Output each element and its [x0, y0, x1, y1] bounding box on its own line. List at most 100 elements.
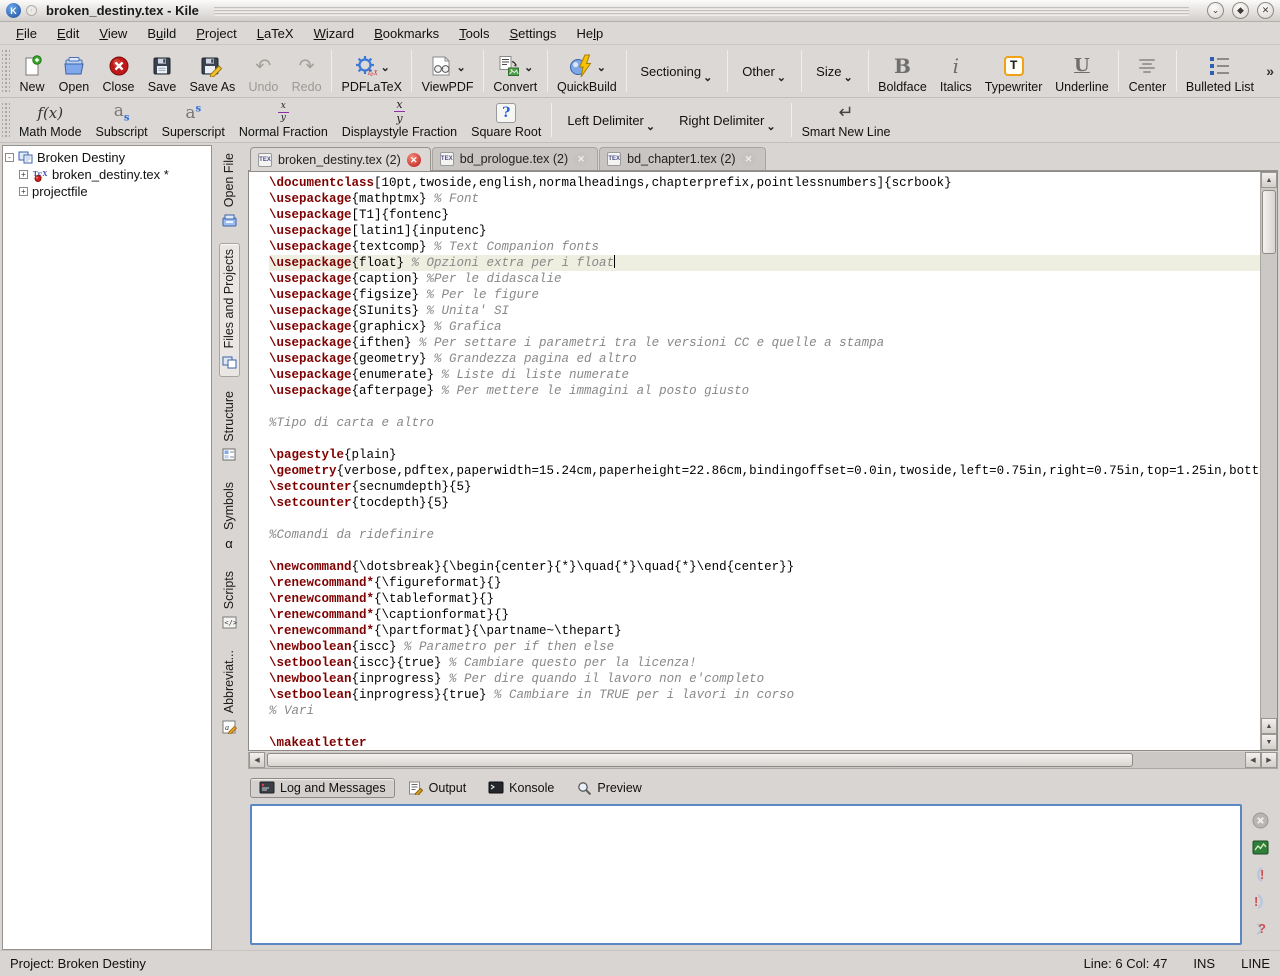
code-line[interactable]: \usepackage[latin1]{inputenc} [269, 223, 1260, 239]
code-line[interactable]: \usepackage{textcomp} % Text Companion f… [269, 239, 1260, 255]
code-line[interactable]: \renewcommand*{\partformat}{\partname~\t… [269, 623, 1260, 639]
tab-preview[interactable]: Preview [567, 778, 650, 798]
math-mode-button[interactable]: f(x) Math Mode [12, 98, 89, 142]
code-line[interactable]: \usepackage{afterpage} % Per mettere le … [269, 383, 1260, 399]
save-button[interactable]: Save [141, 45, 183, 97]
previous-latex-error-icon[interactable]: ! [1251, 865, 1269, 883]
italics-button[interactable]: i Italics [933, 45, 978, 97]
horizontal-scroll-thumb[interactable] [267, 753, 1133, 767]
horizontal-scrollbar[interactable]: ◀ ◀ ▶ [248, 752, 1278, 769]
code-line[interactable]: \usepackage{graphicx} % Grafica [269, 319, 1260, 335]
menu-file[interactable]: File [6, 24, 47, 43]
code-line[interactable]: \usepackage{geometry} % Grandezza pagina… [269, 351, 1260, 367]
window-menu-icon[interactable]: · [26, 5, 37, 16]
close-tab-icon[interactable]: ✕ [742, 152, 756, 166]
vtab-open-file[interactable]: Open File [220, 148, 239, 234]
toolbar-overflow-button[interactable]: » [1260, 63, 1280, 79]
scroll-right-icon[interactable]: ▶ [1261, 752, 1277, 768]
vertical-scroll-thumb[interactable] [1262, 190, 1276, 254]
code-line[interactable]: \usepackage{enumerate} % Liste di liste … [269, 367, 1260, 383]
statusbar-insert-mode[interactable]: INS [1193, 956, 1215, 971]
code-line[interactable]: \newboolean{iscc} % Parametro per if the… [269, 639, 1260, 655]
scroll-left-icon[interactable]: ◀ [249, 752, 265, 768]
vtab-scripts[interactable]: Scripts </> [220, 566, 239, 636]
code-line[interactable]: \renewcommand*{\figureformat}{} [269, 575, 1260, 591]
menu-wizard[interactable]: Wizard [304, 24, 364, 43]
code-line[interactable] [269, 399, 1260, 415]
tree-item-projectfile[interactable]: + projectfile [5, 183, 209, 200]
view-log-icon[interactable] [1251, 838, 1269, 856]
boldface-button[interactable]: B Boldface [872, 45, 934, 97]
expand-expander[interactable]: + [19, 170, 28, 179]
tree-item-texfile[interactable]: + TEX broken_destiny.tex * [5, 166, 209, 183]
size-button[interactable]: Size [805, 45, 865, 97]
menu-settings[interactable]: Settings [499, 24, 566, 43]
code-line[interactable]: \usepackage{float} % Opzioni extra per i… [269, 255, 1260, 271]
code-line[interactable]: \usepackage{figsize} % Per le figure [269, 287, 1260, 303]
sectioning-button[interactable]: Sectioning [630, 45, 724, 97]
code-line[interactable]: %Tipo di carta e altro [269, 415, 1260, 431]
close-tab-icon[interactable]: ✕ [574, 152, 588, 166]
code-line[interactable]: \newcommand{\dotsbreak}{\begin{center}{*… [269, 559, 1260, 575]
tab-bd-prologue[interactable]: TEX bd_prologue.tex (2) ✕ [432, 147, 598, 170]
statusbar-selection-mode[interactable]: LINE [1241, 956, 1270, 971]
superscript-button[interactable]: as Superscript [155, 98, 232, 142]
next-latex-error-icon[interactable]: ! [1251, 892, 1269, 910]
tab-konsole[interactable]: Konsole [479, 778, 563, 798]
maximize-button[interactable]: ◆ [1232, 2, 1249, 19]
left-delimiter-button[interactable]: Left Delimiter [555, 98, 667, 142]
tree-item-project[interactable]: - Broken Destiny [5, 149, 209, 166]
new-button[interactable]: New [12, 45, 52, 97]
vtab-abbreviation[interactable]: Abbreviat... a [220, 645, 239, 740]
redo-button[interactable]: ↷ Redo [285, 45, 328, 97]
code-line[interactable]: \renewcommand*{\captionformat}{} [269, 607, 1260, 623]
code-line[interactable]: \geometry{verbose,pdftex,paperwidth=15.2… [269, 463, 1260, 479]
tab-output[interactable]: Output [399, 778, 476, 798]
vtab-structure[interactable]: Structure [220, 386, 239, 469]
menu-latex[interactable]: LaTeX [247, 24, 304, 43]
code-line[interactable]: \usepackage{SIunits} % Unita' SI [269, 303, 1260, 319]
code-line[interactable]: \usepackage{mathptmx} % Font [269, 191, 1260, 207]
log-output-view[interactable] [250, 804, 1242, 945]
menu-help[interactable]: Help [566, 24, 613, 43]
scroll-left-icon[interactable]: ◀ [1245, 752, 1261, 768]
menu-view[interactable]: View [89, 24, 137, 43]
smart-new-line-button[interactable]: ↵ Smart New Line [795, 98, 898, 142]
code-line[interactable]: \documentclass[10pt,twoside,english,norm… [269, 175, 1260, 191]
menu-build[interactable]: Build [137, 24, 186, 43]
subscript-button[interactable]: as Subscript [89, 98, 155, 142]
code-line[interactable]: \makeatletter [269, 735, 1260, 750]
code-line[interactable]: \pagestyle{plain} [269, 447, 1260, 463]
scroll-up-icon[interactable]: ▲ [1261, 172, 1277, 188]
code-line[interactable]: \setboolean{iscc}{true} % Cambiare quest… [269, 655, 1260, 671]
code-line[interactable] [269, 543, 1260, 559]
code-line[interactable]: \renewcommand*{\tableformat}{} [269, 591, 1260, 607]
toolbar-drag-handle[interactable] [2, 48, 10, 94]
code-line[interactable]: \newboolean{inprogress} % Per dire quand… [269, 671, 1260, 687]
menu-edit[interactable]: Edit [47, 24, 89, 43]
viewpdf-button[interactable]: ViewPDF [415, 45, 480, 97]
minimize-button[interactable]: ⌄ [1207, 2, 1224, 19]
menu-bookmarks[interactable]: Bookmarks [364, 24, 449, 43]
displaystyle-fraction-button[interactable]: xy Displaystyle Fraction [335, 98, 464, 142]
code-line[interactable]: \setboolean{inprogress}{true} % Cambiare… [269, 687, 1260, 703]
scroll-down-icon[interactable]: ▼ [1261, 734, 1277, 750]
bulleted-list-button[interactable]: Bulleted List [1180, 45, 1261, 97]
code-line[interactable] [269, 719, 1260, 735]
vertical-scrollbar[interactable]: ▲ ▲ ▼ [1260, 172, 1277, 750]
collapse-expander[interactable]: - [5, 153, 14, 162]
quickbuild-button[interactable]: QuickBuild [551, 45, 623, 97]
other-button[interactable]: Other [731, 45, 798, 97]
vtab-files-and-projects[interactable]: Files and Projects [219, 243, 240, 376]
center-button[interactable]: Center [1122, 45, 1173, 97]
scroll-up-icon[interactable]: ▲ [1261, 718, 1277, 734]
toolbar-drag-handle[interactable] [2, 101, 10, 139]
tab-log-and-messages[interactable]: Log and Messages [250, 778, 395, 798]
typewriter-button[interactable]: T Typewriter [978, 45, 1048, 97]
menu-project[interactable]: Project [186, 24, 246, 43]
stop-icon[interactable] [1251, 811, 1269, 829]
latex-badbox-icon[interactable]: ? [1251, 919, 1269, 937]
close-tab-icon[interactable]: ✕ [407, 153, 421, 167]
expand-expander[interactable]: + [19, 187, 28, 196]
undo-button[interactable]: ↶ Undo [242, 45, 285, 97]
